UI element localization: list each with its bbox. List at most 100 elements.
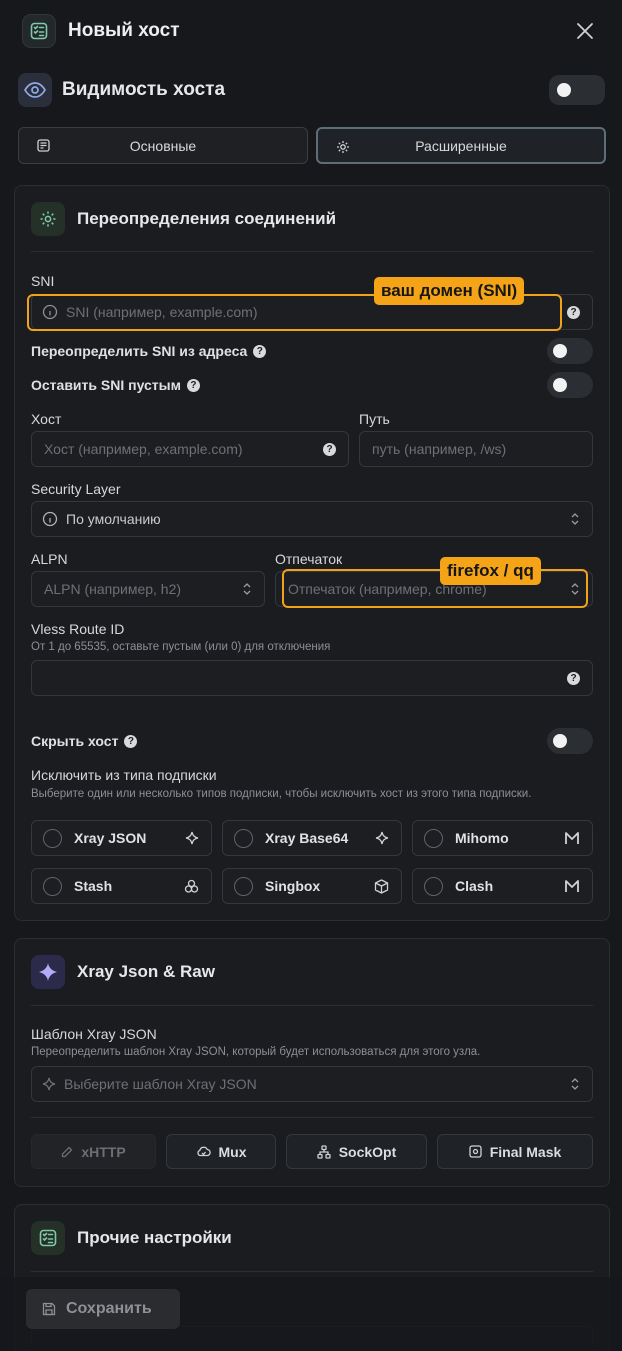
option-label: Stash [74,878,113,894]
hide-host-row: Скрыть хост ? [31,733,138,749]
divider [31,1005,593,1006]
help-icon[interactable]: ? [124,734,138,748]
alpn-placeholder: ALPN (например, h2) [44,581,182,597]
alpn-select[interactable]: ALPN (например, h2) [31,571,265,607]
checkbox[interactable] [43,828,62,848]
m-logo-icon [564,831,580,845]
vless-route-input[interactable]: ? [31,660,593,696]
sni-annotation: ваш домен (SNI) [374,277,525,305]
override-sni-row: Переопределить SNI из адреса ? [31,343,267,359]
divider [31,1117,593,1118]
chevron-updown-icon [570,512,580,526]
final-mask-button[interactable]: Final Mask [437,1134,593,1169]
xhttp-button[interactable]: xHTTP [31,1134,156,1169]
empty-sni-row: Оставить SNI пустым ? [31,377,200,393]
save-button[interactable]: Сохранить [26,1289,180,1329]
help-icon[interactable]: ? [186,378,200,392]
info-icon [42,511,58,527]
help-icon[interactable]: ? [253,344,267,358]
tab-basic[interactable]: Основные [18,127,308,164]
path-placeholder: путь (например, /ws) [372,441,507,457]
chevron-updown-icon [242,582,252,596]
host-list-icon [22,14,56,48]
xray-template-placeholder: Выберите шаблон Xray JSON [64,1076,257,1092]
checkbox[interactable] [424,828,443,848]
checkbox[interactable] [234,828,253,848]
tab-basic-label: Основные [129,137,197,154]
connection-overrides-title: Переопределения соединений [77,209,337,228]
security-layer-value: По умолчанию [66,511,161,527]
checkbox[interactable] [234,876,253,896]
hide-host-label: Скрыть хост [31,733,119,749]
exclude-option-xray-base64[interactable]: Xray Base64 [222,820,402,856]
sparkle-icon [31,955,65,989]
fingerprint-annotation: firefox / qq [440,557,541,585]
help-icon[interactable]: ? [323,443,336,456]
mask-icon [469,1145,482,1158]
option-label: Mihomo [455,830,509,846]
exclude-option-stash[interactable]: Stash [31,868,212,904]
divider [31,1271,593,1272]
option-label: Xray Base64 [265,830,349,846]
option-label: Singbox [265,878,321,894]
sparkle-icon [185,831,199,845]
sni-label: SNI [31,273,55,289]
chevron-updown-icon [570,1077,580,1091]
sockopt-label: SockOpt [338,1143,397,1160]
box-icon [374,879,389,894]
xray-title: Xray Json & Raw [77,962,215,981]
alpn-label: ALPN [31,551,68,567]
eye-icon [18,73,52,107]
final-mask-label: Final Mask [489,1143,562,1160]
exclude-hint: Выберите один или несколько типов подпис… [31,788,532,800]
hide-host-toggle[interactable] [547,728,593,754]
xhttp-label: xHTTP [81,1143,126,1160]
triple-circle-icon [184,879,199,894]
empty-sni-label: Оставить SNI пустым [31,377,181,393]
path-input[interactable]: путь (например, /ws) [359,431,593,467]
close-icon [577,23,593,39]
sparkle-icon [375,831,389,845]
visibility-label: Видимость хоста [62,79,226,100]
mux-label: Mux [218,1143,247,1160]
xray-template-label: Шаблон Xray JSON [31,1026,157,1042]
exclude-option-xray-json[interactable]: Xray JSON [31,820,212,856]
checkbox[interactable] [43,876,62,896]
path-label: Путь [359,411,390,427]
help-icon[interactable]: ? [567,672,580,685]
cloud-icon [196,1145,211,1158]
vless-route-hint: От 1 до 65535, оставьте пустым (или 0) д… [31,641,331,653]
exclude-option-mihomo[interactable]: Mihomo [412,820,593,856]
visibility-toggle[interactable] [549,75,605,105]
exclude-option-singbox[interactable]: Singbox [222,868,402,904]
tab-advanced[interactable]: Расширенные [316,127,606,164]
exclude-label: Исключить из типа подписки [31,767,217,783]
empty-sni-toggle[interactable] [547,372,593,398]
close-button[interactable] [572,18,598,44]
checkbox[interactable] [424,876,443,896]
vless-route-label: Vless Route ID [31,621,125,637]
checklist-icon [31,1221,65,1255]
security-layer-label: Security Layer [31,481,121,497]
host-input[interactable]: Хост (например, example.com) ? [31,431,349,467]
page-title: Новый хост [68,20,180,41]
xray-template-select[interactable]: Выберите шаблон Xray JSON [31,1066,593,1102]
pencil-icon [61,1146,73,1158]
exclude-option-clash[interactable]: Clash [412,868,593,904]
divider [31,251,593,252]
gear-icon [31,202,65,236]
sparkle-icon [42,1077,56,1091]
security-layer-select[interactable]: По умолчанию [31,501,593,537]
host-label: Хост [31,411,62,427]
sockopt-button[interactable]: SockOpt [286,1134,427,1169]
mux-button[interactable]: Mux [166,1134,276,1169]
override-sni-toggle[interactable] [547,338,593,364]
help-icon[interactable]: ? [567,306,580,319]
tab-advanced-label: Расширенные [415,137,507,154]
option-label: Xray JSON [74,830,147,846]
document-icon [37,139,50,152]
network-icon [317,1144,331,1159]
gear-icon [336,140,350,154]
save-icon [42,1302,56,1316]
fingerprint-highlight [282,569,588,608]
